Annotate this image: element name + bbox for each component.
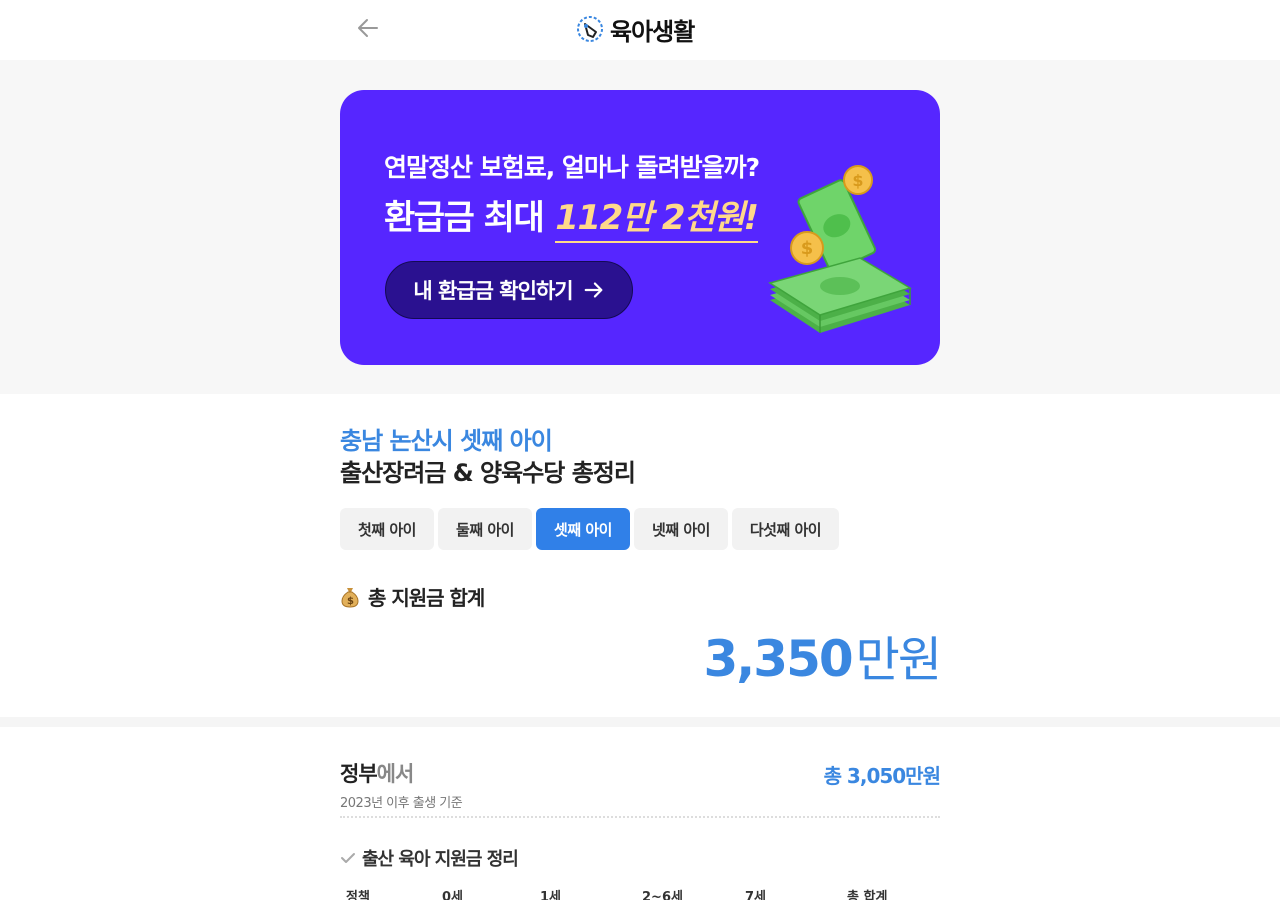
check-refund-label: 내 환급금 확인하기 (413, 279, 573, 303)
svg-text:$: $ (347, 596, 354, 607)
page-title: 출산장려금 & 양육수당 총정리 (340, 459, 636, 487)
banner-section: 연말정산 보험료, 얼마나 돌려받을까? 환급금 최대 112만 2천원! 내 … (0, 60, 1280, 394)
region-title: 충남 논산시 셋째 아이 (340, 427, 553, 455)
section-divider (0, 717, 1280, 727)
government-title-suffix: 에서 (376, 762, 415, 786)
banner-highlight-amount: 112만 2천원! (555, 190, 759, 243)
col-age-7: 7세 (745, 890, 767, 900)
back-button[interactable] (350, 12, 386, 44)
government-total: 총 3,050만원 (823, 764, 941, 788)
logo[interactable]: 육아생활 (576, 12, 695, 46)
support-summary-label: 출산 육아 지원금 정리 (362, 849, 519, 870)
money-illustration: $ $ (768, 165, 912, 333)
tab-third-child[interactable]: 셋째 아이 (536, 508, 630, 550)
child-order-tabs: 첫째 아이 둘째 아이 셋째 아이 넷째 아이 다섯째 아이 (340, 508, 839, 550)
government-subtitle: 2023년 이후 출생 기준 (340, 796, 463, 811)
col-age-1: 1세 (540, 890, 562, 900)
logo-text: 육아생활 (610, 17, 695, 46)
tab-second-child[interactable]: 둘째 아이 (438, 508, 532, 550)
tax-refund-banner[interactable]: 연말정산 보험료, 얼마나 돌려받을까? 환급금 최대 112만 2천원! 내 … (340, 90, 940, 365)
total-amount-unit: 만원 (855, 632, 942, 688)
svg-text:$: $ (801, 238, 814, 259)
money-bag-icon: $ (341, 587, 359, 608)
check-refund-button[interactable]: 내 환급금 확인하기 (385, 261, 633, 319)
page-title-block: 충남 논산시 셋째 아이 출산장려금 & 양육수당 총정리 (340, 425, 940, 489)
top-header: 육아생활 (0, 0, 1280, 60)
government-section-header: 정부에서 2023년 이후 출생 기준 총 3,050만원 (340, 758, 941, 811)
arrow-left-icon (358, 19, 378, 37)
support-summary-heading[interactable]: 출산 육아 지원금 정리 (340, 845, 519, 871)
logo-icon (577, 16, 603, 42)
total-support-label: $ 총 지원금 합계 (340, 582, 485, 611)
col-total: 총 합계 (847, 890, 888, 900)
col-age-0: 0세 (442, 890, 464, 900)
tab-first-child[interactable]: 첫째 아이 (340, 508, 434, 550)
tab-fifth-child[interactable]: 다섯째 아이 (732, 508, 839, 550)
tab-fourth-child[interactable]: 넷째 아이 (634, 508, 728, 550)
col-age-2-6: 2~6세 (642, 890, 683, 900)
svg-text:$: $ (852, 171, 863, 190)
arrow-right-icon (584, 282, 603, 298)
dotted-divider (340, 816, 940, 818)
banner-prefix: 환급금 최대 (384, 198, 545, 238)
total-amount-number: 3,350 (703, 630, 854, 688)
checkmark-icon (341, 853, 355, 863)
col-policy: 정책 (346, 890, 370, 900)
banner-subheadline: 환급금 최대 112만 2천원! (384, 190, 759, 243)
total-support-amount: 3,350 만원 (703, 620, 942, 690)
total-support-text: 총 지원금 합계 (368, 586, 485, 610)
support-table-header: 정책 0세 1세 2~6세 7세 총 합계 (340, 884, 940, 900)
banner-headline: 연말정산 보험료, 얼마나 돌려받을까? (384, 153, 760, 182)
government-title-main: 정부 (340, 762, 378, 786)
